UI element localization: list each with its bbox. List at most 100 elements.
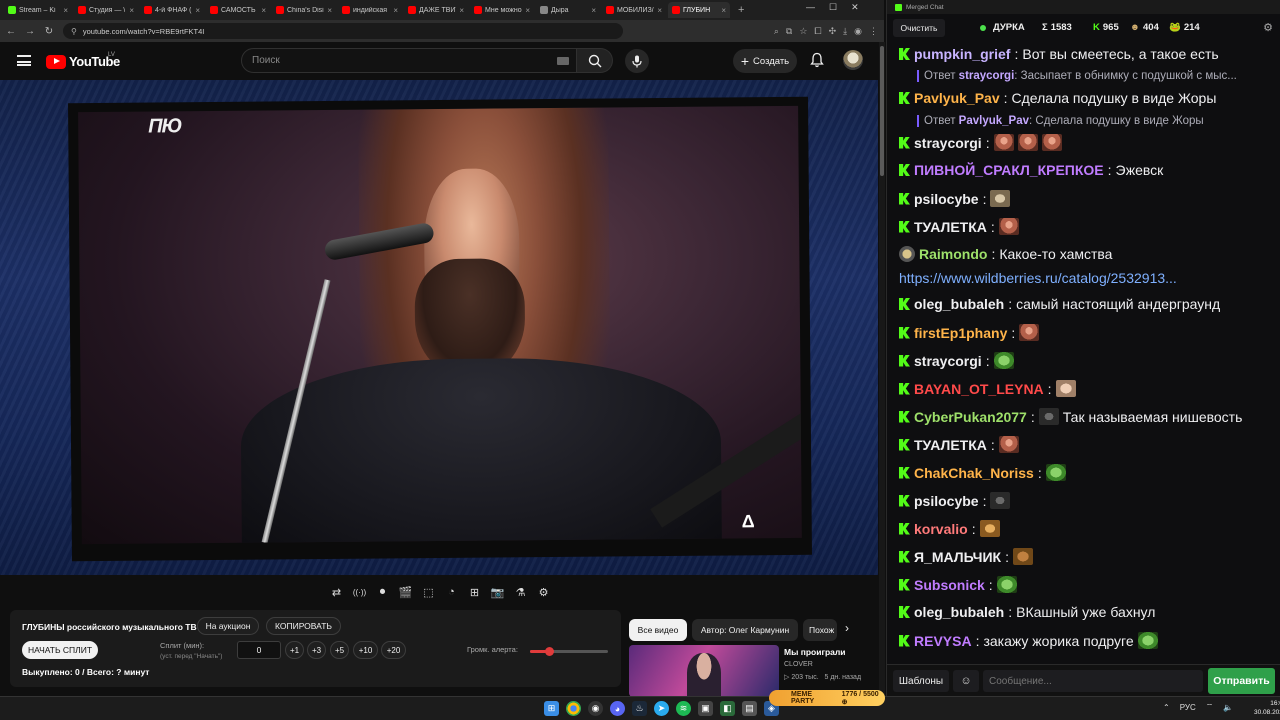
settings-icon[interactable]: ⚙: [536, 585, 552, 599]
tab-close-icon[interactable]: ×: [591, 6, 596, 15]
search-input[interactable]: Поиск: [241, 48, 577, 73]
chat-username[interactable]: firstEp1phany: [914, 325, 1007, 341]
menu-icon[interactable]: [17, 55, 31, 66]
keyboard-icon[interactable]: [557, 57, 569, 65]
tab-close-icon[interactable]: ×: [261, 6, 266, 15]
clapper-icon[interactable]: 🎬: [398, 585, 414, 599]
extension-icon[interactable]: ⧠: [814, 26, 821, 37]
download-icon[interactable]: ⤓: [843, 26, 847, 37]
install-app-icon[interactable]: ⧉: [786, 26, 792, 37]
minimize-button[interactable]: —: [806, 2, 815, 13]
increment-button[interactable]: +5: [330, 641, 349, 659]
close-window-button[interactable]: ✕: [851, 2, 859, 13]
chat-reply-context[interactable]: Ответ Pavlyuk_Pav: Сделала подушку в вид…: [917, 115, 1265, 127]
loop-icon[interactable]: ⇄: [329, 585, 345, 599]
browser-tab[interactable]: ГЛУБИН ×: [668, 2, 730, 18]
increment-button[interactable]: +1: [285, 641, 304, 659]
profile-icon[interactable]: ◉: [854, 26, 862, 37]
notifications-bell-icon[interactable]: [810, 52, 824, 68]
page-scrollbar[interactable]: [879, 42, 885, 696]
video-player[interactable]: ПЮ Δ: [0, 80, 878, 575]
chat-username[interactable]: korvalio: [914, 521, 968, 537]
chat-username[interactable]: BAYAN_OT_LEYNA: [914, 381, 1044, 397]
browser-tab[interactable]: ДАЖЕ ТВИТ ×: [404, 2, 468, 18]
chip-similar[interactable]: Похож: [803, 619, 837, 641]
chat-username[interactable]: Raimondo: [919, 246, 987, 262]
youtube-logo[interactable]: YouTube LV: [46, 52, 120, 69]
browser-tab[interactable]: 4-й ФНАФ (×: [140, 2, 204, 18]
steam-icon[interactable]: ♨: [632, 701, 647, 716]
related-video-thumbnail[interactable]: [629, 645, 779, 697]
volume-icon[interactable]: 🔈: [1223, 703, 1233, 712]
copy-button[interactable]: КОПИРОВАТЬ: [266, 617, 341, 635]
chat-link[interactable]: https://www.wildberries.ru/catalog/25329…: [899, 270, 1177, 286]
obs-icon[interactable]: ◉: [588, 701, 603, 716]
browser-tab[interactable]: China's Disi ×: [272, 2, 336, 18]
chat-username[interactable]: CyberPukan2077: [914, 409, 1027, 425]
browser-tab[interactable]: Дыра ×: [536, 2, 600, 18]
tab-close-icon[interactable]: ×: [327, 6, 332, 15]
discord-icon[interactable]: ◕: [610, 701, 625, 716]
chat-username[interactable]: ПИВНОЙ_СРАКЛ_КРЕПКОЕ: [914, 162, 1104, 178]
add-screen-icon[interactable]: ⊞: [467, 585, 483, 599]
frame-icon[interactable]: ⬚: [421, 585, 437, 599]
create-button[interactable]: + Создать: [733, 49, 797, 73]
windows-start-icon[interactable]: ⊞: [544, 701, 559, 716]
increment-button[interactable]: +3: [307, 641, 326, 659]
language-indicator[interactable]: РУС: [1180, 703, 1196, 712]
telegram-icon[interactable]: ➤: [654, 701, 669, 716]
browser-tab[interactable]: МОБИЛИЗ/×: [602, 2, 666, 18]
maximize-button[interactable]: ☐: [829, 2, 837, 13]
tab-close-icon[interactable]: ×: [129, 6, 134, 15]
speed-icon[interactable]: ◔: [444, 585, 460, 599]
chips-next-icon[interactable]: ›: [845, 621, 849, 635]
chat-username[interactable]: ТУАЛЕТКА: [914, 219, 987, 235]
chip-all-videos[interactable]: Все видео: [629, 619, 687, 641]
increment-button[interactable]: +10: [353, 641, 378, 659]
split-minutes-input[interactable]: 0: [237, 641, 281, 659]
tab-close-icon[interactable]: ×: [393, 6, 398, 15]
settings-gear-icon[interactable]: ⚙: [1263, 21, 1273, 34]
app-icon-c[interactable]: ▤: [742, 701, 757, 716]
chat-username[interactable]: oleg_bubaleh: [914, 604, 1004, 620]
record-icon[interactable]: ⏺: [375, 585, 391, 599]
templates-button[interactable]: Шаблоны: [893, 670, 949, 692]
extensions-puzzle-icon[interactable]: ✣: [829, 26, 837, 37]
chat-username[interactable]: straycorgi: [914, 353, 982, 369]
app-icon-b[interactable]: ◧: [720, 701, 735, 716]
chat-username[interactable]: Subsonick: [914, 577, 985, 593]
forward-icon[interactable]: →: [25, 26, 35, 37]
account-avatar[interactable]: [843, 50, 863, 70]
spotify-icon[interactable]: ≋: [676, 701, 691, 716]
chat-username[interactable]: ChakChak_Noriss: [914, 465, 1034, 481]
tab-close-icon[interactable]: ×: [657, 6, 662, 15]
related-video-channel[interactable]: CLOVER: [784, 661, 813, 668]
volume-slider[interactable]: [530, 647, 608, 656]
tab-close-icon[interactable]: ×: [525, 6, 530, 15]
volume-slider-knob[interactable]: [544, 647, 554, 656]
browser-tab[interactable]: САМОСТЬ | ×: [206, 2, 270, 18]
clear-chat-button[interactable]: Очистить: [893, 19, 945, 37]
app-icon-a[interactable]: ▣: [698, 701, 713, 716]
network-icon[interactable]: ⌔: [1206, 702, 1214, 712]
chat-username[interactable]: psilocybe: [914, 191, 979, 207]
chat-username[interactable]: straycorgi: [914, 135, 982, 151]
back-icon[interactable]: ←: [6, 26, 16, 37]
reload-icon[interactable]: ↻: [44, 26, 54, 37]
search-button[interactable]: [577, 48, 613, 73]
chat-username[interactable]: REVYSA: [914, 633, 972, 649]
flask-icon[interactable]: ⚗: [513, 585, 529, 599]
tab-close-icon[interactable]: ×: [195, 6, 200, 15]
voice-search-button[interactable]: [625, 49, 649, 73]
broadcast-icon[interactable]: ((·)): [352, 585, 368, 599]
browser-tab[interactable]: Stream – Ki ×: [4, 2, 72, 18]
menu-dots-icon[interactable]: ⋮: [869, 26, 878, 37]
browser-tab[interactable]: Мне можно ×: [470, 2, 534, 18]
tab-close-icon[interactable]: ×: [459, 6, 464, 15]
url-field[interactable]: ⚲ youtube.com/watch?v=RBE9rtFKT4I: [63, 23, 623, 39]
taskbar-clock[interactable]: 16:09 30.08.2026: [1254, 699, 1280, 717]
increment-button[interactable]: +20: [381, 641, 406, 659]
meme-party-widget[interactable]: MEME PARTY 1776 / 5500 ⊕: [769, 690, 885, 706]
message-input[interactable]: [983, 670, 1203, 692]
site-info-icon[interactable]: ⚲: [71, 27, 77, 36]
